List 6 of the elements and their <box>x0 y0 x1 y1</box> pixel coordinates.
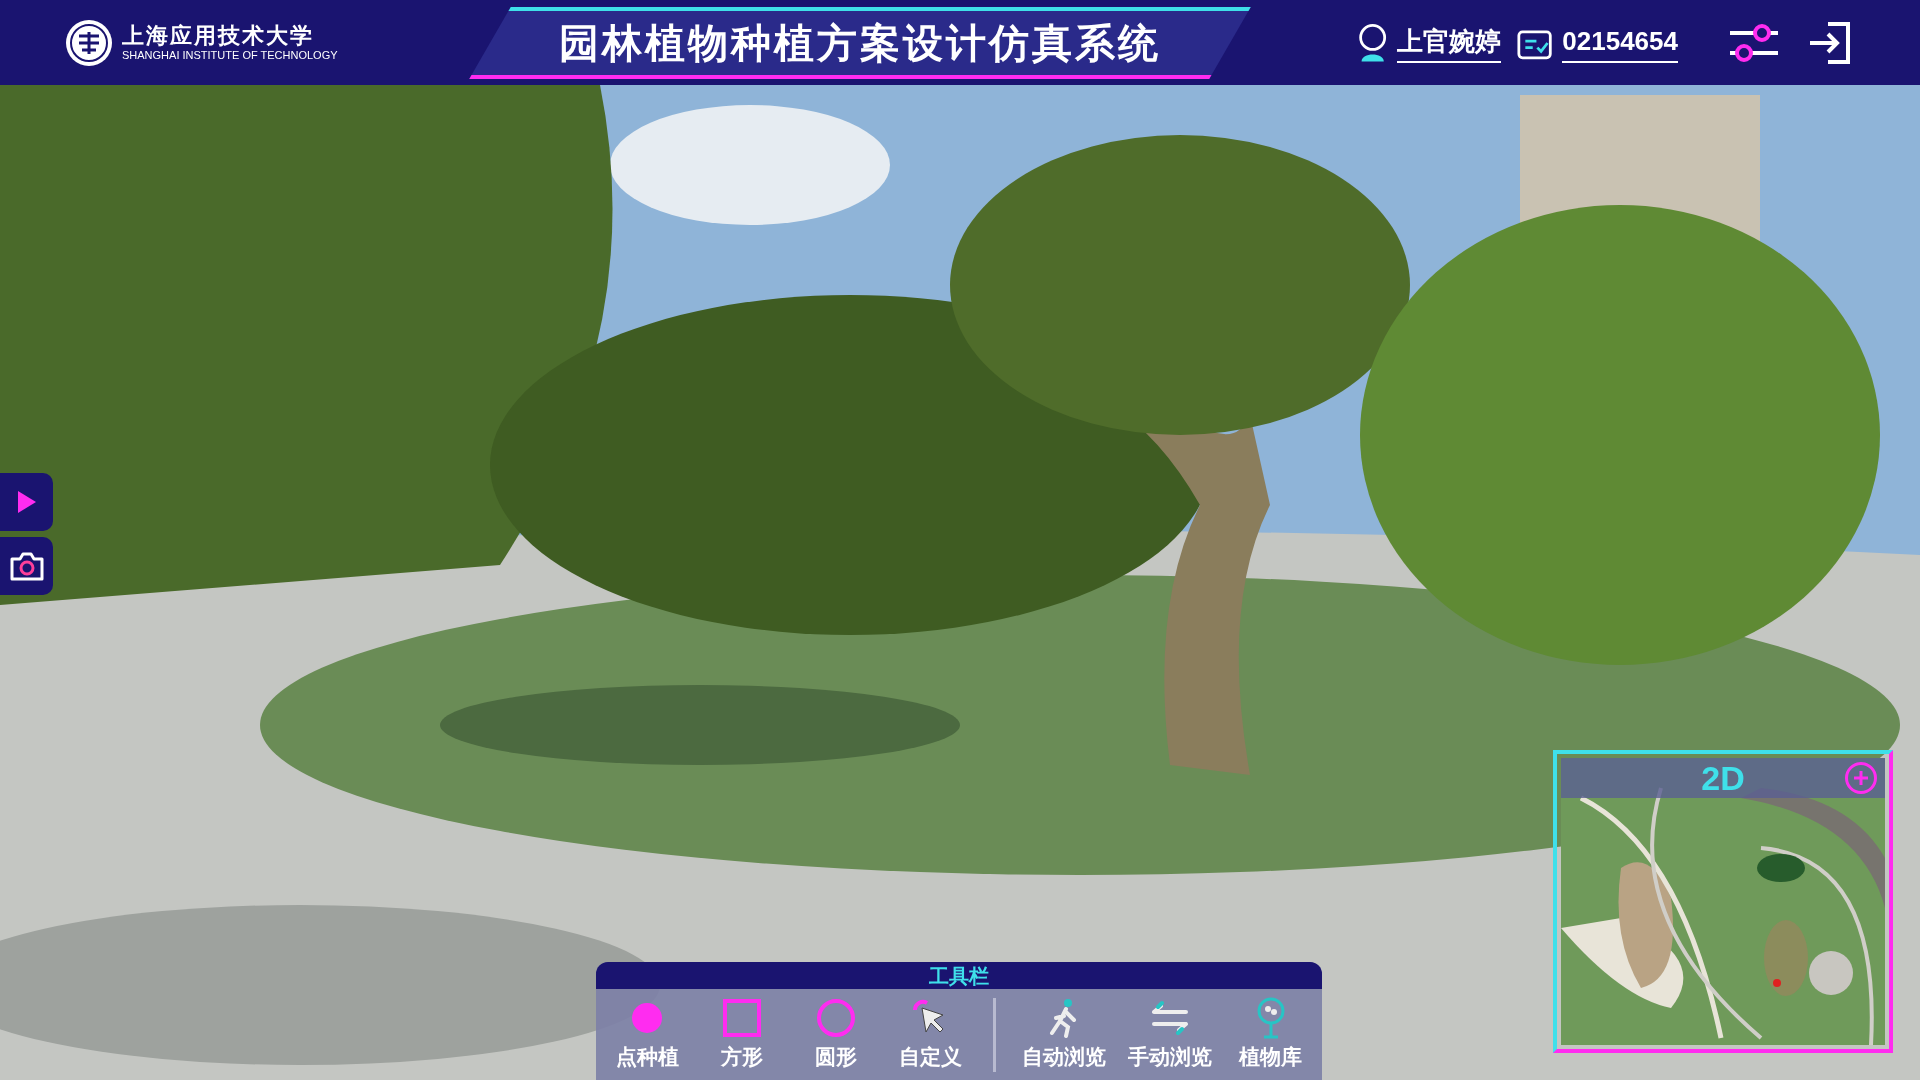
university-subtitle: SHANGHAI INSTITUTE OF TECHNOLOGY <box>122 49 338 64</box>
university-name: 上海应用技术大学 <box>122 21 315 50</box>
user-id: 02154654 <box>1562 22 1678 63</box>
university-seal-icon <box>64 17 114 68</box>
user-name: 上官婉婷 <box>1397 22 1502 63</box>
app-title: 园林植物种植方案设计仿真系统 <box>559 19 1161 67</box>
